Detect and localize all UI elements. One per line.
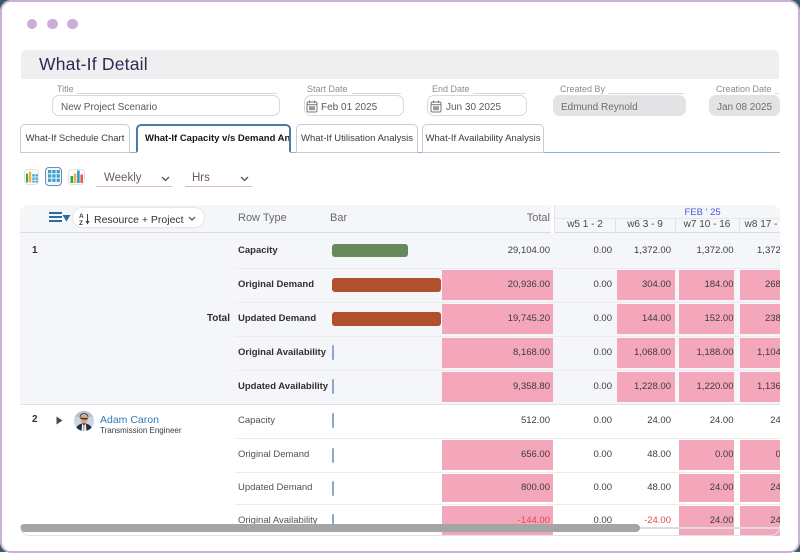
svg-text:A: A [79, 213, 84, 220]
svg-text:Z: Z [79, 220, 83, 225]
